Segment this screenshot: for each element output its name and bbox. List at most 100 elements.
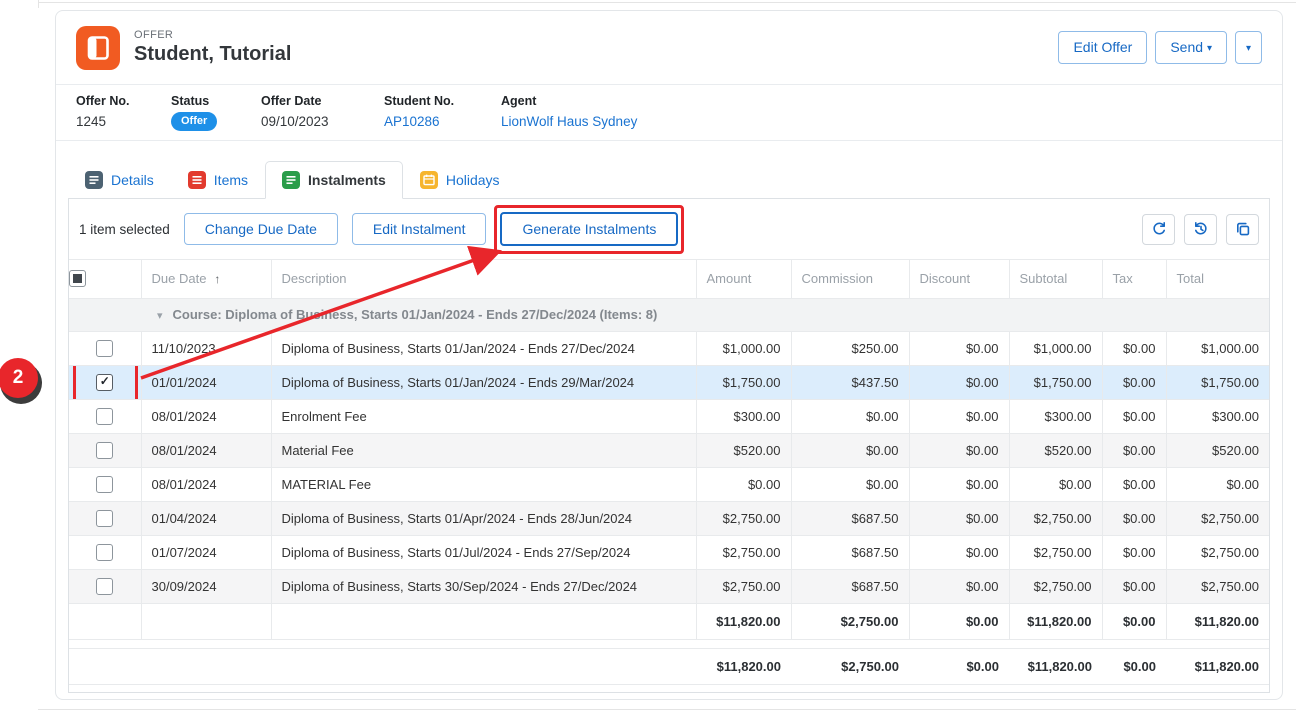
- more-actions-button[interactable]: ▾: [1235, 31, 1262, 63]
- row-checkbox-cell[interactable]: [69, 467, 141, 501]
- cell-tax: $0.00: [1102, 433, 1166, 467]
- edit-instalment-button[interactable]: Edit Instalment: [352, 213, 487, 245]
- tab-items[interactable]: Items: [171, 161, 265, 198]
- table-row[interactable]: 08/01/2024 Material Fee $520.00 $0.00 $0…: [69, 433, 1269, 467]
- column-total[interactable]: Total: [1166, 260, 1269, 298]
- cell-commission: $0.00: [791, 399, 909, 433]
- cell-commission: $437.50: [791, 365, 909, 399]
- table-row[interactable]: 11/10/2023 Diploma of Business, Starts 0…: [69, 331, 1269, 365]
- generate-instalments-button[interactable]: Generate Instalments: [500, 212, 678, 246]
- cell-total: $300.00: [1166, 399, 1269, 433]
- annotation-step-number: 2: [13, 367, 24, 389]
- grand-total-total: $11,820.00: [1166, 648, 1269, 684]
- instalments-grid: Due Date↑ Description Amount Commission …: [69, 259, 1269, 690]
- instalments-panel: 1 item selected Change Due Date Edit Ins…: [68, 199, 1270, 693]
- cell-description: Diploma of Business, Starts 01/Apr/2024 …: [271, 501, 696, 535]
- row-checkbox-cell[interactable]: [69, 535, 141, 569]
- cell-description: Diploma of Business, Starts 01/Jan/2024 …: [271, 331, 696, 365]
- copy-grid-button[interactable]: [1226, 214, 1259, 245]
- row-checkbox[interactable]: [96, 408, 113, 425]
- send-button[interactable]: Send ▾: [1155, 31, 1227, 63]
- cell-due-date: 08/01/2024: [141, 467, 271, 501]
- column-description[interactable]: Description: [271, 260, 696, 298]
- row-checkbox[interactable]: [96, 476, 113, 493]
- row-checkbox-checked[interactable]: ✓: [96, 374, 113, 391]
- edit-offer-button[interactable]: Edit Offer: [1058, 31, 1147, 63]
- cell-due-date: 01/07/2024: [141, 535, 271, 569]
- row-checkbox-cell[interactable]: [69, 501, 141, 535]
- table-row[interactable]: 01/07/2024 Diploma of Business, Starts 0…: [69, 535, 1269, 569]
- cell-discount: $0.00: [909, 501, 1009, 535]
- select-all-checkbox-cell[interactable]: [69, 260, 141, 298]
- cell-amount: $0.00: [696, 467, 791, 501]
- select-all-checkbox[interactable]: [69, 270, 86, 287]
- cell-total: $2,750.00: [1166, 569, 1269, 603]
- group-collapse-icon[interactable]: ▾: [157, 310, 163, 322]
- cell-commission: $0.00: [791, 467, 909, 501]
- cell-amount: $2,750.00: [696, 535, 791, 569]
- refresh-button[interactable]: [1142, 214, 1175, 245]
- group-total-subtotal: $11,820.00: [1009, 603, 1102, 639]
- row-checkbox-cell[interactable]: ✓: [69, 365, 141, 399]
- cell-amount: $2,750.00: [696, 501, 791, 535]
- table-row[interactable]: 01/04/2024 Diploma of Business, Starts 0…: [69, 501, 1269, 535]
- cell-subtotal: $520.00: [1009, 433, 1102, 467]
- cell-tax: $0.00: [1102, 569, 1166, 603]
- offer-date-label: Offer Date: [261, 94, 384, 108]
- column-tax[interactable]: Tax: [1102, 260, 1166, 298]
- cell-description: Diploma of Business, Starts 01/Jul/2024 …: [271, 535, 696, 569]
- cell-discount: $0.00: [909, 365, 1009, 399]
- offer-date-value: 09/10/2023: [261, 114, 384, 129]
- table-row[interactable]: 08/01/2024 MATERIAL Fee $0.00 $0.00 $0.0…: [69, 467, 1269, 501]
- row-checkbox[interactable]: [96, 510, 113, 527]
- column-due-date[interactable]: Due Date↑: [141, 260, 271, 298]
- tab-items-label: Items: [214, 172, 248, 188]
- grand-total-commission: $2,750.00: [791, 648, 909, 684]
- cell-tax: $0.00: [1102, 535, 1166, 569]
- tab-details[interactable]: Details: [68, 161, 171, 198]
- cell-commission: $0.00: [791, 433, 909, 467]
- group-header-label: Course: Diploma of Business, Starts 01/J…: [173, 307, 658, 322]
- check-icon: ✓: [97, 374, 112, 389]
- row-checkbox-cell[interactable]: [69, 569, 141, 603]
- cell-amount: $2,750.00: [696, 569, 791, 603]
- change-due-date-button[interactable]: Change Due Date: [184, 213, 338, 245]
- row-checkbox[interactable]: [96, 340, 113, 357]
- grid-header-row: Due Date↑ Description Amount Commission …: [69, 260, 1269, 298]
- tab-holidays[interactable]: Holidays: [403, 161, 517, 198]
- table-row[interactable]: 30/09/2024 Diploma of Business, Starts 3…: [69, 569, 1269, 603]
- page-bottom-divider: [38, 709, 1296, 710]
- column-amount[interactable]: Amount: [696, 260, 791, 298]
- row-checkbox-cell[interactable]: [69, 331, 141, 365]
- group-header-row[interactable]: ▾ Course: Diploma of Business, Starts 01/…: [69, 298, 1269, 331]
- group-total-commission: $2,750.00: [791, 603, 909, 639]
- row-checkbox-cell[interactable]: [69, 433, 141, 467]
- tab-instalments[interactable]: Instalments: [265, 161, 403, 199]
- row-checkbox-cell[interactable]: [69, 399, 141, 433]
- cell-subtotal: $300.00: [1009, 399, 1102, 433]
- tab-holidays-label: Holidays: [446, 172, 500, 188]
- group-total-amount: $11,820.00: [696, 603, 791, 639]
- table-row-selected[interactable]: ✓ 01/01/2024 Diploma of Business, Starts…: [69, 365, 1269, 399]
- student-no-link[interactable]: AP10286: [384, 114, 501, 129]
- cell-due-date: 01/04/2024: [141, 501, 271, 535]
- row-checkbox[interactable]: [96, 544, 113, 561]
- row-checkbox[interactable]: [96, 442, 113, 459]
- cell-description: Diploma of Business, Starts 30/Sep/2024 …: [271, 569, 696, 603]
- table-row[interactable]: 08/01/2024 Enrolment Fee $300.00 $0.00 $…: [69, 399, 1269, 433]
- column-discount[interactable]: Discount: [909, 260, 1009, 298]
- cell-due-date: 08/01/2024: [141, 399, 271, 433]
- tab-instalments-label: Instalments: [308, 172, 386, 188]
- caret-down-icon: ▾: [1246, 43, 1251, 54]
- history-button[interactable]: [1184, 214, 1217, 245]
- row-checkbox[interactable]: [96, 578, 113, 595]
- status-label: Status: [171, 94, 261, 108]
- cell-tax: $0.00: [1102, 467, 1166, 501]
- cell-tax: $0.00: [1102, 399, 1166, 433]
- column-subtotal[interactable]: Subtotal: [1009, 260, 1102, 298]
- group-total-row: $11,820.00 $2,750.00 $0.00 $11,820.00 $0…: [69, 603, 1269, 639]
- agent-link[interactable]: LionWolf Haus Sydney: [501, 114, 637, 129]
- cell-total: $2,750.00: [1166, 535, 1269, 569]
- column-commission[interactable]: Commission: [791, 260, 909, 298]
- cell-tax: $0.00: [1102, 501, 1166, 535]
